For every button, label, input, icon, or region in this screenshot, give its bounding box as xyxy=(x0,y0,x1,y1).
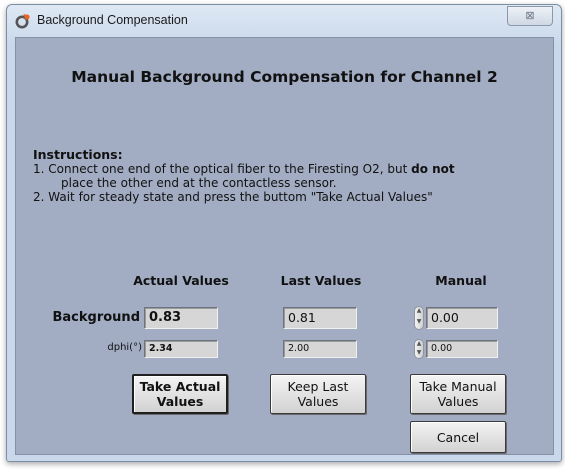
keep-last-values-button[interactable]: Keep Last Values xyxy=(270,374,366,414)
actual-dphi-field: 2.34 xyxy=(144,340,218,358)
instruction-step-1: 1. Connect one end of the optical fiber … xyxy=(33,162,455,176)
instruction-emphasis: do not xyxy=(411,162,455,176)
column-header-actual: Actual Values xyxy=(133,273,229,288)
increment-icon[interactable]: ▲ xyxy=(415,307,423,318)
dialog-panel: Manual Background Compensation for Chann… xyxy=(15,37,554,455)
manual-dphi-input[interactable]: 0.00 xyxy=(426,340,498,358)
page-title: Manual Background Compensation for Chann… xyxy=(71,68,498,86)
instructions-title: Instructions: xyxy=(33,147,123,162)
instruction-step-2: 2. Wait for steady state and press the b… xyxy=(33,190,433,204)
close-button[interactable]: ⊠ xyxy=(507,6,553,26)
app-logo-icon xyxy=(15,14,30,29)
manual-background-spinner[interactable]: ▲ ▼ xyxy=(414,306,424,330)
dialog-window: Background Compensation ⊠ Manual Backgro… xyxy=(6,4,562,462)
instructions-block: Instructions: 1. Connect one end of the … xyxy=(33,147,548,205)
title-bar[interactable]: Background Compensation ⊠ xyxy=(7,5,561,37)
decrement-icon[interactable]: ▼ xyxy=(415,318,423,329)
take-actual-values-button[interactable]: Take Actual Values xyxy=(132,374,228,414)
background-label: Background xyxy=(52,310,141,325)
actual-background-field: 0.83 xyxy=(144,307,218,329)
dphi-label: dphi(°) xyxy=(107,342,142,353)
manual-dphi-spinner[interactable]: ▲ ▼ xyxy=(414,339,424,359)
column-header-last: Last Values xyxy=(280,273,362,288)
decrement-icon[interactable]: ▼ xyxy=(415,349,423,358)
increment-icon[interactable]: ▲ xyxy=(415,340,423,349)
column-header-manual: Manual xyxy=(435,273,487,288)
window-title: Background Compensation xyxy=(37,13,188,27)
last-background-field: 0.81 xyxy=(283,307,357,329)
instruction-step-1-continued: place the other end at the contactless s… xyxy=(61,176,337,190)
take-manual-values-button[interactable]: Take Manual Values xyxy=(410,374,506,414)
cancel-button[interactable]: Cancel xyxy=(410,421,506,453)
close-icon: ⊠ xyxy=(525,10,535,22)
last-dphi-field: 2.00 xyxy=(283,340,357,358)
manual-background-input[interactable]: 0.00 xyxy=(426,307,498,329)
